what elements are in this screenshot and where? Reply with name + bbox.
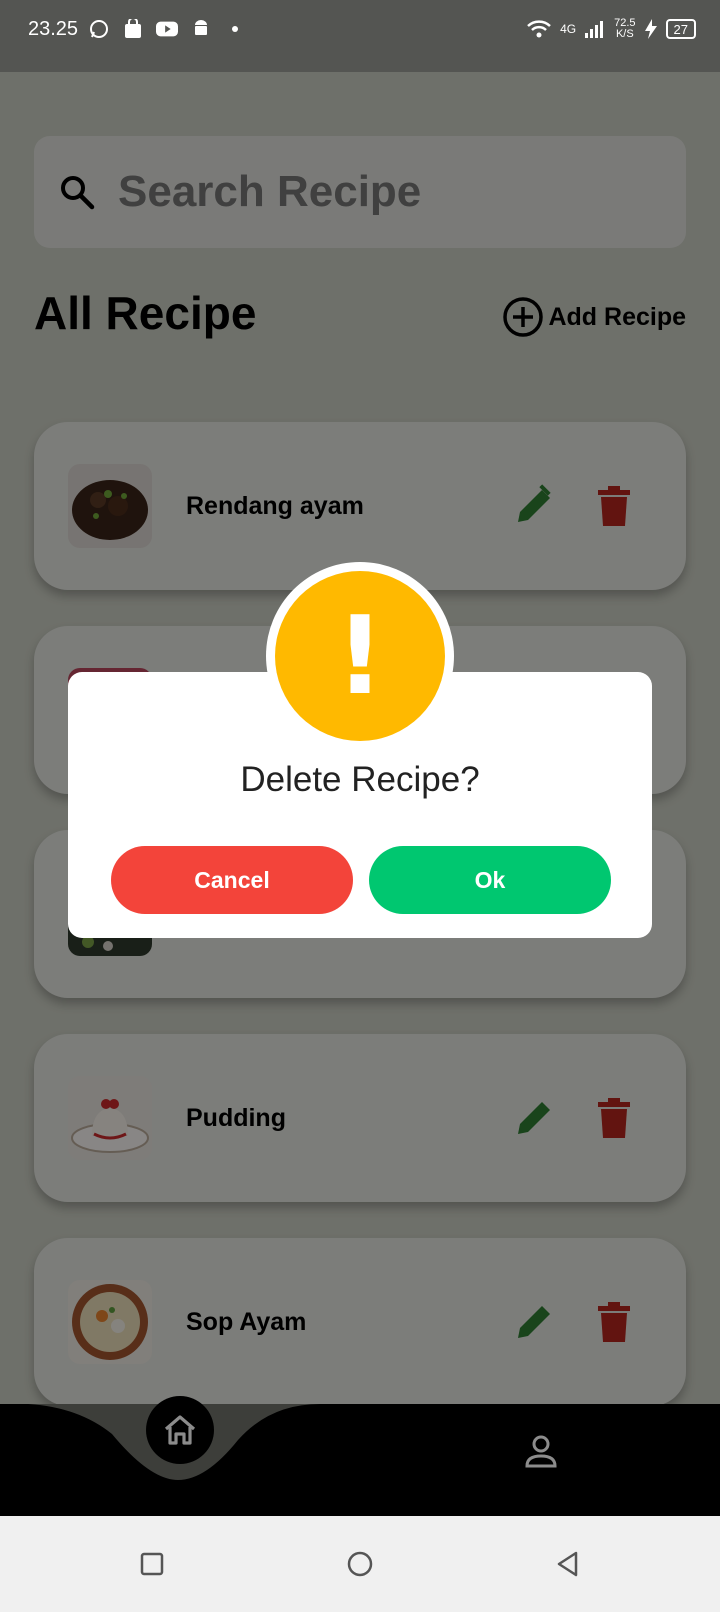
back-icon[interactable] [550, 1546, 586, 1582]
recent-apps-icon[interactable] [134, 1546, 170, 1582]
charging-icon [644, 19, 657, 39]
cancel-button[interactable]: Cancel [111, 846, 353, 914]
notification-icons [88, 18, 246, 40]
dialog-title: Delete Recipe? [240, 760, 480, 799]
status-time: 23.25 [28, 18, 79, 40]
network-type: 4G [560, 22, 577, 36]
network-speed: 72.5 K/S [614, 17, 636, 40]
system-nav-bar [0, 1516, 720, 1612]
android-icon [190, 18, 212, 40]
warning-icon: ! [275, 571, 445, 741]
ok-button[interactable]: Ok [369, 846, 611, 914]
warning-badge: ! [266, 562, 454, 750]
battery-indicator: 27 [665, 19, 696, 39]
home-circle-icon[interactable] [342, 1546, 378, 1582]
shopping-bag-icon [122, 18, 144, 40]
status-right: 4G 72.5 K/S 27 [526, 18, 696, 40]
youtube-icon [156, 18, 178, 40]
status-bar: 23.25 4G 72.5 K/S 27 [0, 0, 720, 72]
wifi-icon [527, 20, 551, 38]
signal-icon [585, 21, 604, 38]
dot-icon [224, 18, 246, 40]
whatsapp-icon [88, 18, 110, 40]
